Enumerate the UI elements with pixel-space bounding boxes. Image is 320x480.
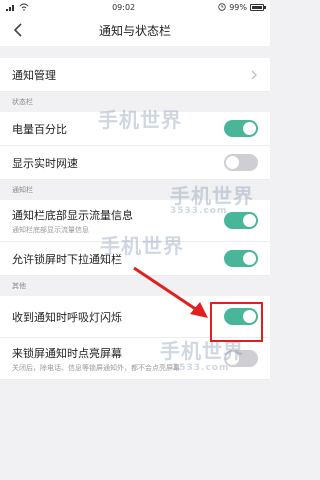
back-arrow-icon[interactable]: [12, 22, 26, 38]
section-header-status-bar: 状态栏: [0, 92, 270, 112]
section-gap: [0, 46, 270, 58]
realtime-speed-label: 显示实时网速: [12, 156, 78, 170]
lockscreen-pulldown-toggle[interactable]: [224, 250, 258, 267]
status-right: 99%: [218, 2, 266, 12]
traffic-info-row[interactable]: 通知栏底部显示流量信息 通知栏底部显示流量信息: [0, 200, 270, 242]
battery-percent-row[interactable]: 电量百分比: [0, 112, 270, 146]
annotation-highlight-box: [210, 302, 263, 342]
section-header-notification-bar: 通知栏: [0, 180, 270, 200]
notification-management-label: 通知管理: [12, 68, 56, 82]
nav-bar: 通知与状态栏: [0, 14, 270, 46]
signal-icon: [6, 5, 14, 11]
page-title: 通知与状态栏: [98, 23, 171, 38]
notification-management-row[interactable]: 通知管理: [0, 58, 270, 92]
battery-percent-toggle[interactable]: [224, 120, 258, 137]
chevron-right-icon: [251, 70, 257, 79]
traffic-info-sublabel: 通知栏底部显示流量信息: [12, 225, 89, 234]
traffic-info-label: 通知栏底部显示流量信息: [12, 208, 133, 222]
status-time: 09:02: [112, 2, 136, 12]
wake-screen-toggle[interactable]: [224, 350, 258, 367]
status-bar: 09:02 99%: [0, 0, 270, 14]
wake-screen-sublabel: 关闭后，除电话、信息等锁屏通知外，都不会点亮屏幕: [12, 363, 180, 372]
traffic-info-toggle[interactable]: [224, 212, 258, 229]
status-left: [6, 3, 29, 11]
annotation-arrow-icon: [133, 266, 208, 318]
realtime-speed-toggle[interactable]: [224, 154, 258, 171]
lockscreen-pulldown-label: 允许锁屏时下拉通知栏: [12, 252, 122, 266]
battery-percent-label: 电量百分比: [12, 122, 67, 136]
battery-icon: [250, 3, 266, 11]
realtime-speed-row[interactable]: 显示实时网速: [0, 146, 270, 180]
clock-icon: [218, 3, 226, 11]
wifi-icon: [19, 3, 29, 11]
wake-screen-row[interactable]: 来锁屏通知时点亮屏幕 关闭后，除电话、信息等锁屏通知外，都不会点亮屏幕: [0, 338, 270, 380]
battery-percent: 99%: [229, 2, 247, 12]
wake-screen-label: 来锁屏通知时点亮屏幕: [12, 346, 122, 360]
breathing-light-label: 收到通知时呼吸灯闪烁: [12, 310, 122, 324]
